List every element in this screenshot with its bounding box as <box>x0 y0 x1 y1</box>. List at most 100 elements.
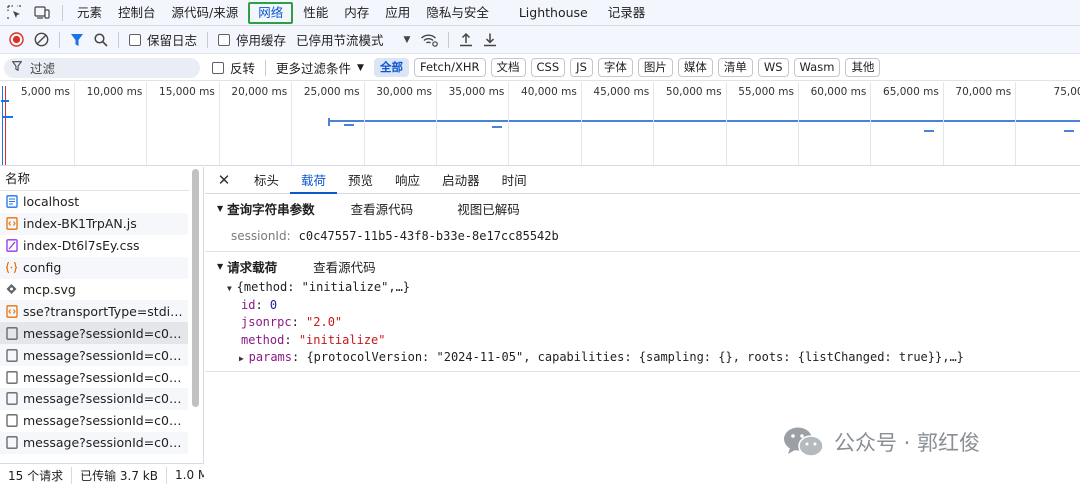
divider <box>62 4 63 21</box>
checkbox-box[interactable] <box>129 33 141 46</box>
divider <box>59 31 60 48</box>
tab-4[interactable]: 性能 <box>295 0 336 26</box>
filter-toggle-icon[interactable] <box>65 26 89 54</box>
network-conditions-icon[interactable] <box>415 26 443 54</box>
detail-tab-5[interactable]: 时间 <box>491 167 538 194</box>
request-row[interactable]: message?sessionId=c0c4… <box>0 344 188 367</box>
tab-3[interactable]: 网络 <box>248 1 294 24</box>
record-button[interactable] <box>4 26 29 54</box>
load-event-line <box>5 86 6 165</box>
payload-root-line[interactable]: ▼ {method: "initialize",…} <box>227 279 1080 297</box>
request-name: message?sessionId=c0c4… <box>23 435 185 451</box>
filter-chip-2[interactable]: 文档 <box>490 58 526 77</box>
filter-chip-3[interactable]: CSS <box>530 58 566 77</box>
timeline-overview[interactable]: 5,000 ms 10,000 ms 15,000 ms 20,000 ms 25,00… <box>0 82 1080 166</box>
request-count: 15 个请求 <box>0 466 73 484</box>
search-icon[interactable] <box>89 26 113 54</box>
request-row[interactable]: localhost <box>0 191 188 213</box>
view-source-link[interactable]: 查看源代码 <box>351 199 414 218</box>
detail-tab-4[interactable]: 启动器 <box>431 167 491 194</box>
checkbox-box[interactable] <box>212 61 224 74</box>
detail-tab-0[interactable]: 标头 <box>243 167 290 194</box>
timeline-tick <box>1015 82 1017 165</box>
invert-label: 反转 <box>230 61 256 76</box>
disable-cache-checkbox[interactable]: 停用缓存 <box>213 26 291 54</box>
filter-chip-6[interactable]: 图片 <box>637 58 673 77</box>
invert-checkbox[interactable]: 反转 <box>212 58 255 77</box>
chevron-down-icon: ▼ <box>403 34 411 45</box>
resource-size: 1.0 M <box>175 468 204 482</box>
name-column-header[interactable]: 名称 <box>0 167 190 191</box>
clear-button[interactable] <box>29 26 54 54</box>
timeline-tick-label: 20,000 ms <box>231 86 288 98</box>
tab-5[interactable]: 内存 <box>336 0 377 26</box>
tab-1[interactable]: 控制台 <box>110 0 164 26</box>
request-row[interactable]: index-BK1TrpAN.js <box>0 212 188 235</box>
tab-8[interactable]: Lighthouse <box>497 0 600 26</box>
import-har-icon[interactable] <box>454 26 478 54</box>
detail-tab-2[interactable]: 预览 <box>337 167 384 194</box>
sse-request-bar <box>328 120 1080 122</box>
request-row[interactable]: message?sessionId=c0c4… <box>0 410 188 432</box>
tab-9[interactable]: 记录器 <box>600 0 654 26</box>
throttle-select[interactable]: 已停用节流模式 ▼ <box>291 26 415 54</box>
request-row[interactable]: index-Dt6l7sEy.css <box>0 235 188 257</box>
detail-tab-1[interactable]: 载荷 <box>290 167 338 194</box>
checkbox-box[interactable] <box>218 33 231 46</box>
payload-jsonrpc-line: jsonrpc: "2.0" <box>241 315 343 329</box>
tab-0[interactable]: 元素 <box>69 0 110 26</box>
filter-chip-11[interactable]: 其他 <box>845 58 881 77</box>
timeline-tick <box>74 82 75 165</box>
filter-chip-1[interactable]: Fetch/XHR <box>413 58 486 77</box>
tab-6[interactable]: 应用 <box>377 0 418 26</box>
expand-triangle-icon[interactable]: ▶ <box>239 354 249 363</box>
expand-triangle-icon[interactable]: ▼ <box>217 204 223 213</box>
payload-view-source-link[interactable]: 查看源代码 <box>313 257 376 276</box>
timeline-tick-label: 25,000 ms <box>303 86 360 98</box>
filter-chip-8[interactable]: 清单 <box>717 58 753 77</box>
detail-tab-3[interactable]: 响应 <box>384 167 431 194</box>
payload-key: method <box>241 332 285 347</box>
payload-params-line[interactable]: ▶ params: {protocolVersion: "2024-11-05"… <box>227 349 1080 367</box>
filter-chip-7[interactable]: 媒体 <box>677 58 713 77</box>
filter-chip-4[interactable]: JS <box>570 58 593 77</box>
query-string-section: ▼ 查询字符串参数 查看源代码 视图已解码 sessionId: c0c4755… <box>205 196 1080 252</box>
payload-tree: ▼ {method: "initialize",…} id: 0 jsonrpc… <box>205 279 1080 367</box>
status-bar: 15 个请求 已传输 3.7 kB 1.0 M <box>0 463 204 486</box>
preserve-log-checkbox[interactable]: 保留日志 <box>124 26 202 54</box>
panel-tabs: 元素 控制台 源代码/来源 网络 性能 内存 应用 隐私与安全 Lighthouse 记录器 <box>69 0 653 26</box>
expand-triangle-icon[interactable]: ▼ <box>227 284 237 293</box>
inspect-element-icon[interactable] <box>0 0 28 26</box>
query-string-header[interactable]: ▼ 查询字符串参数 查看源代码 视图已解码 <box>205 196 1080 221</box>
more-filters-dropdown[interactable]: 更多过滤条件 ▼ <box>276 58 364 77</box>
timeline-tick-label: 45,000 ms <box>593 86 650 98</box>
timeline-tick-label: 40,000 ms <box>521 86 577 98</box>
detail-tabs: ✕ 标头 载荷 预览 响应 启动器 时间 <box>205 167 1080 194</box>
filter-chip-5[interactable]: 字体 <box>597 58 633 77</box>
filter-chip-0[interactable]: 全部 <box>373 58 409 77</box>
tab-7[interactable]: 隐私与安全 <box>418 0 497 26</box>
request-row[interactable]: message?sessionId=c0c4… <box>0 388 188 410</box>
filter-input[interactable]: 过滤 <box>4 57 200 78</box>
request-row[interactable]: message?sessionId=c0c4… <box>0 366 188 388</box>
request-payload-header[interactable]: ▼ 请求载荷 查看源代码 <box>205 254 1080 279</box>
expand-triangle-icon[interactable]: ▼ <box>217 262 223 271</box>
more-filters-label: 更多过滤条件 <box>276 61 352 76</box>
view-decoded-link[interactable]: 视图已解码 <box>457 199 520 218</box>
request-row[interactable]: config <box>0 256 188 279</box>
request-row[interactable]: message?sessionId=c0c4… <box>0 322 188 345</box>
request-row[interactable]: message?sessionId=c0c4… <box>0 431 188 454</box>
timeline-tick-label: 70,000 ms <box>955 86 1012 98</box>
request-name: message?sessionId=c0c4… <box>23 369 185 385</box>
filter-chip-10[interactable]: Wasm <box>793 58 841 77</box>
close-icon[interactable]: ✕ <box>217 171 231 189</box>
timeline-tick <box>653 82 655 165</box>
device-toolbar-icon[interactable] <box>28 0 56 26</box>
request-row[interactable]: mcp.svg <box>0 279 188 301</box>
tab-2[interactable]: 源代码/来源 <box>164 0 247 26</box>
export-har-icon[interactable] <box>478 26 502 54</box>
filter-chip-9[interactable]: WS <box>757 58 789 77</box>
payload-method-line: method: "initialize" <box>241 332 386 347</box>
request-list-scrollbar[interactable] <box>192 169 199 407</box>
request-row[interactable]: sse?transportType=stdio… <box>0 300 188 323</box>
